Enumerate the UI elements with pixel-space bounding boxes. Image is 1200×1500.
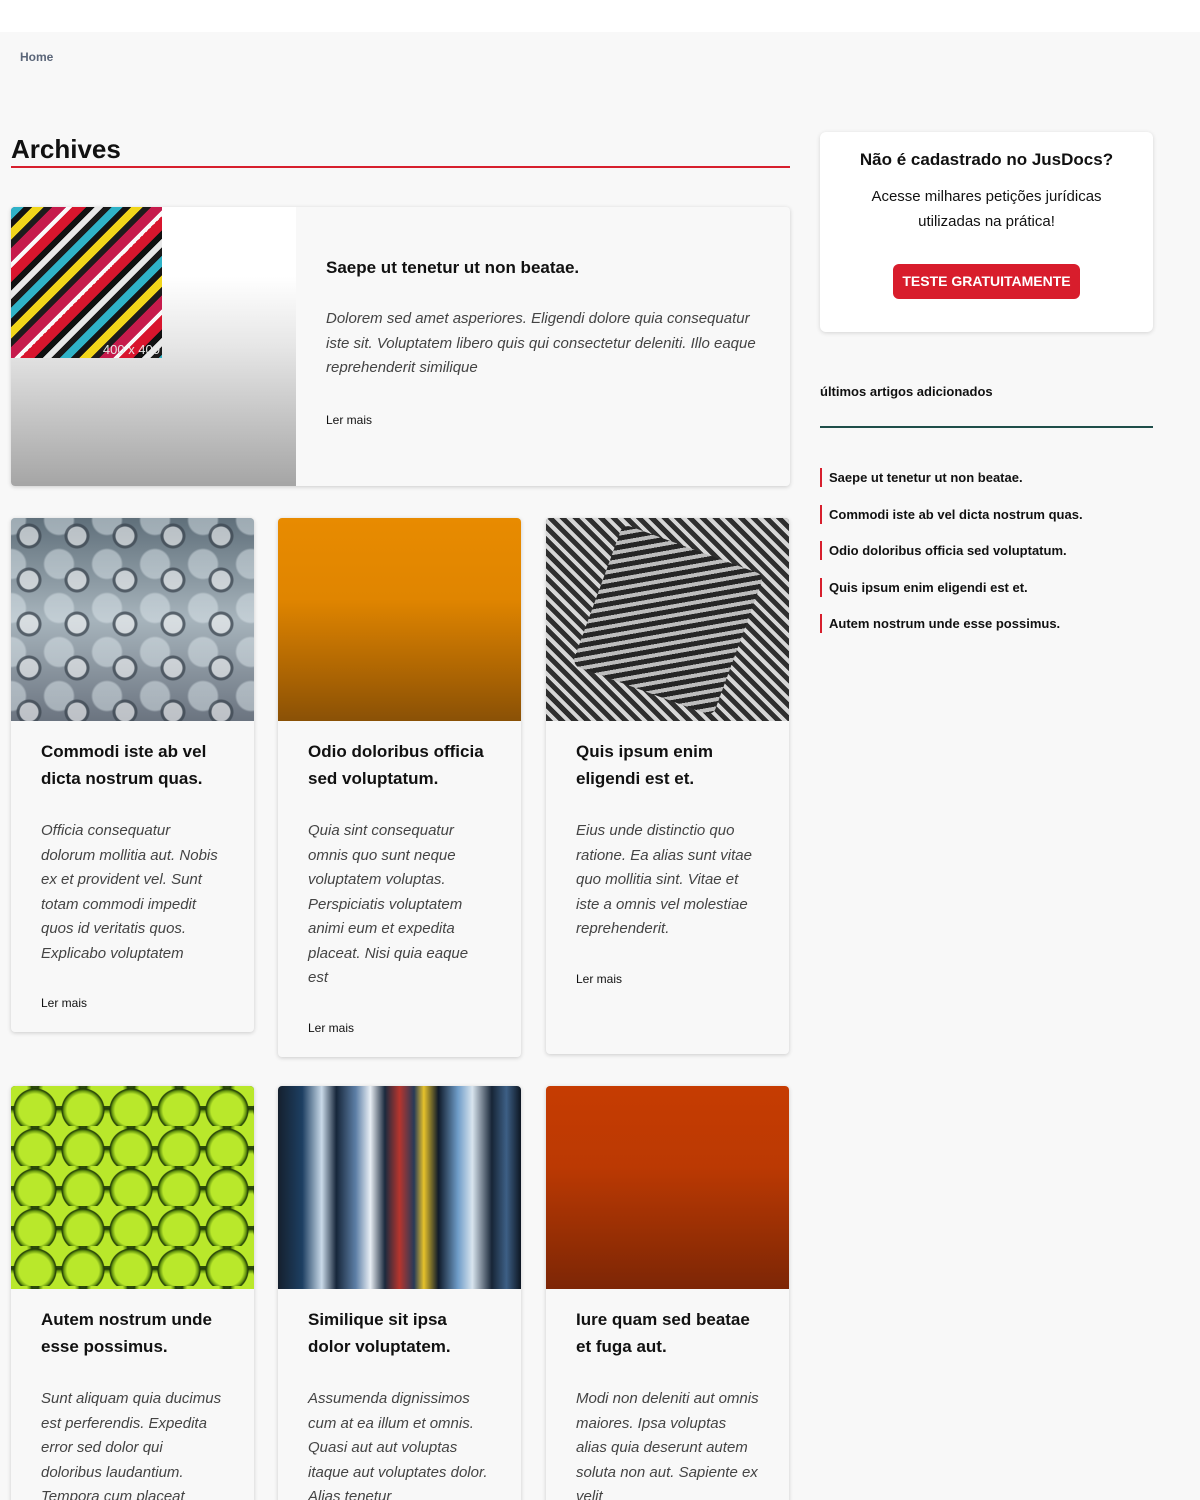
free-trial-button[interactable]: TESTE GRATUITAMENTE bbox=[893, 264, 1080, 299]
post-image[interactable] bbox=[278, 1086, 521, 1289]
post-card[interactable]: Autem nostrum unde esse possimus. Sunt a… bbox=[11, 1086, 254, 1500]
recent-article-item: Odio doloribus officia sed voluptatum. bbox=[820, 541, 1153, 560]
recent-article-item: Commodi iste ab vel dicta nostrum quas. bbox=[820, 504, 1153, 524]
post-excerpt: Quia sint consequatur omnis quo sunt neq… bbox=[308, 822, 469, 986]
page-title: Archives bbox=[11, 134, 121, 164]
featured-image-stripes bbox=[11, 207, 162, 358]
featured-post-excerpt: Dolorem sed amet asperiores. Eligendi do… bbox=[326, 310, 756, 376]
featured-read-more-link[interactable]: Ler mais bbox=[326, 413, 372, 427]
archive-main: Archives 400 x 400 Saepe ut tenetur ut n… bbox=[11, 132, 790, 1500]
recent-article-item: Saepe ut tenetur ut non beatae. bbox=[820, 468, 1153, 487]
post-excerpt: Eius unde distinctio quo ratione. Ea ali… bbox=[576, 822, 752, 937]
cta-title: Não é cadastrado no JusDocs? bbox=[859, 150, 1114, 169]
post-card[interactable]: Similique sit ipsa dolor voluptatem. Ass… bbox=[278, 1086, 521, 1500]
read-more-link[interactable]: Ler mais bbox=[41, 996, 87, 1010]
post-title[interactable]: Commodi iste ab vel dicta nostrum quas. bbox=[41, 739, 224, 792]
featured-post-card[interactable]: 400 x 400 Saepe ut tenetur ut non beatae… bbox=[11, 207, 790, 486]
featured-post-title[interactable]: Saepe ut tenetur ut non beatae. bbox=[326, 257, 756, 279]
post-title[interactable]: Autem nostrum unde esse possimus. bbox=[41, 1307, 224, 1360]
featured-image: 400 x 400 bbox=[11, 207, 162, 358]
top-bar bbox=[0, 0, 1200, 32]
post-excerpt: Officia consequatur dolorum mollitia aut… bbox=[41, 822, 218, 962]
post-excerpt: Sunt aliquam quia ducimus est perferendi… bbox=[41, 1390, 222, 1500]
signup-cta-box: Não é cadastrado no JusDocs? Acesse milh… bbox=[820, 132, 1153, 332]
featured-image-area[interactable]: 400 x 400 bbox=[11, 207, 296, 486]
post-card[interactable]: Quis ipsum enim eligendi est et. Eius un… bbox=[546, 518, 789, 1054]
post-excerpt: Assumenda dignissimos cum at ea illum et… bbox=[308, 1390, 488, 1500]
recent-article-item: Autem nostrum unde esse possimus. bbox=[820, 614, 1153, 633]
recent-article-link[interactable]: Quis ipsum enim eligendi est et. bbox=[829, 580, 1028, 595]
recent-articles-divider bbox=[820, 426, 1153, 428]
post-title[interactable]: Similique sit ipsa dolor voluptatem. bbox=[308, 1307, 491, 1360]
featured-post-body: Saepe ut tenetur ut non beatae. Dolorem … bbox=[326, 257, 756, 429]
read-more-link[interactable]: Ler mais bbox=[308, 1021, 354, 1035]
recent-article-link[interactable]: Commodi iste ab vel dicta nostrum quas. bbox=[829, 507, 1083, 522]
post-image[interactable] bbox=[278, 518, 521, 721]
post-image[interactable] bbox=[11, 518, 254, 721]
post-image[interactable] bbox=[11, 1086, 254, 1289]
recent-articles-title: últimos artigos adicionados bbox=[820, 384, 993, 399]
post-image[interactable] bbox=[546, 1086, 789, 1289]
recent-articles-list: Saepe ut tenetur ut non beatae. Commodi … bbox=[820, 468, 1153, 633]
post-card[interactable]: Commodi iste ab vel dicta nostrum quas. … bbox=[11, 518, 254, 1032]
recent-article-link[interactable]: Odio doloribus officia sed voluptatum. bbox=[829, 543, 1067, 558]
title-divider bbox=[11, 166, 790, 168]
post-image[interactable] bbox=[546, 518, 789, 721]
post-card[interactable]: Iure quam sed beatae et fuga aut. Modi n… bbox=[546, 1086, 789, 1500]
recent-article-link[interactable]: Saepe ut tenetur ut non beatae. bbox=[829, 470, 1023, 485]
cta-text: Acesse milhares petições jurídicas utili… bbox=[871, 188, 1102, 230]
post-title[interactable]: Quis ipsum enim eligendi est et. bbox=[576, 739, 759, 792]
post-excerpt: Modi non deleniti aut omnis maiores. Ips… bbox=[576, 1390, 759, 1500]
image-placeholder-label: 400 x 400 bbox=[102, 342, 160, 357]
recent-article-item: Quis ipsum enim eligendi est et. bbox=[820, 577, 1153, 597]
post-card[interactable]: Odio doloribus officia sed voluptatum. Q… bbox=[278, 518, 521, 1057]
sidebar: Não é cadastrado no JusDocs? Acesse milh… bbox=[820, 132, 1153, 651]
breadcrumb-home-link[interactable]: Home bbox=[20, 50, 53, 64]
read-more-link[interactable]: Ler mais bbox=[576, 972, 622, 986]
recent-article-link[interactable]: Autem nostrum unde esse possimus. bbox=[829, 616, 1060, 631]
post-title[interactable]: Odio doloribus officia sed voluptatum. bbox=[308, 739, 491, 792]
post-title[interactable]: Iure quam sed beatae et fuga aut. bbox=[576, 1307, 759, 1360]
